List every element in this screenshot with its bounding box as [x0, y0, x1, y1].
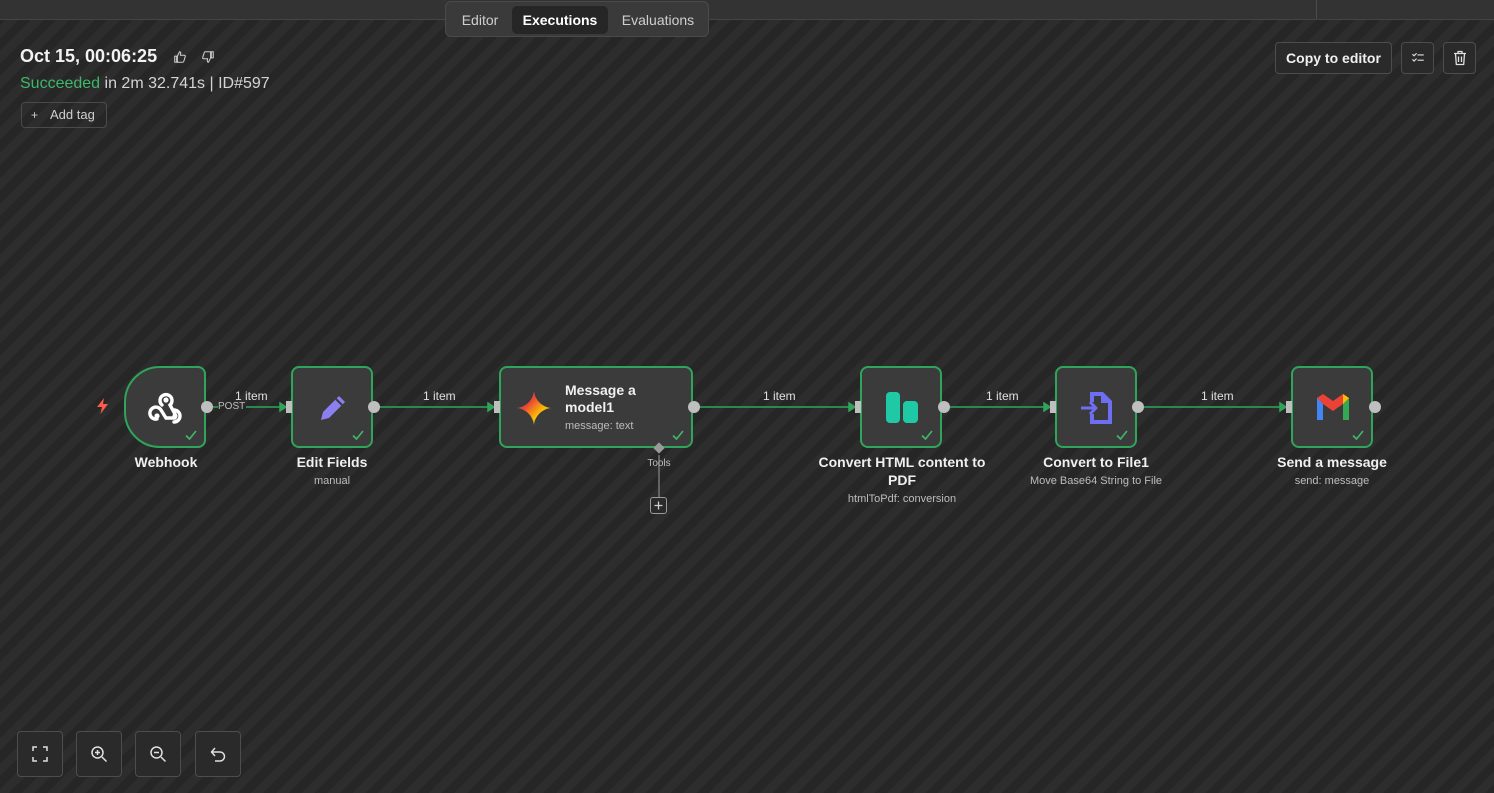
item-count-label: 1 item: [235, 389, 268, 403]
input-handle[interactable]: [494, 401, 500, 413]
zoom-in-button[interactable]: [76, 731, 122, 777]
node-handles: [201, 401, 1381, 413]
output-handle[interactable]: [688, 401, 700, 413]
item-count-label: 1 item: [763, 389, 796, 403]
output-handle[interactable]: [1369, 401, 1381, 413]
zoom-out-button[interactable]: [135, 731, 181, 777]
output-handle[interactable]: [368, 401, 380, 413]
item-count-label: 1 item: [986, 389, 1019, 403]
fit-view-button[interactable]: [17, 731, 63, 777]
item-count-label: 1 item: [423, 389, 456, 403]
zoom-in-icon: [91, 746, 108, 763]
input-handle[interactable]: [286, 401, 292, 413]
fullscreen-icon: [32, 746, 48, 762]
input-handle[interactable]: [1050, 401, 1056, 413]
input-handle[interactable]: [1286, 401, 1292, 413]
output-handle[interactable]: [1132, 401, 1144, 413]
output-handle[interactable]: [201, 401, 213, 413]
zoom-out-icon: [150, 746, 167, 763]
undo-icon: [210, 747, 226, 762]
reset-zoom-button[interactable]: [195, 731, 241, 777]
item-count-label: 1 item: [1201, 389, 1234, 403]
input-handle[interactable]: [855, 401, 861, 413]
output-handle[interactable]: [938, 401, 950, 413]
